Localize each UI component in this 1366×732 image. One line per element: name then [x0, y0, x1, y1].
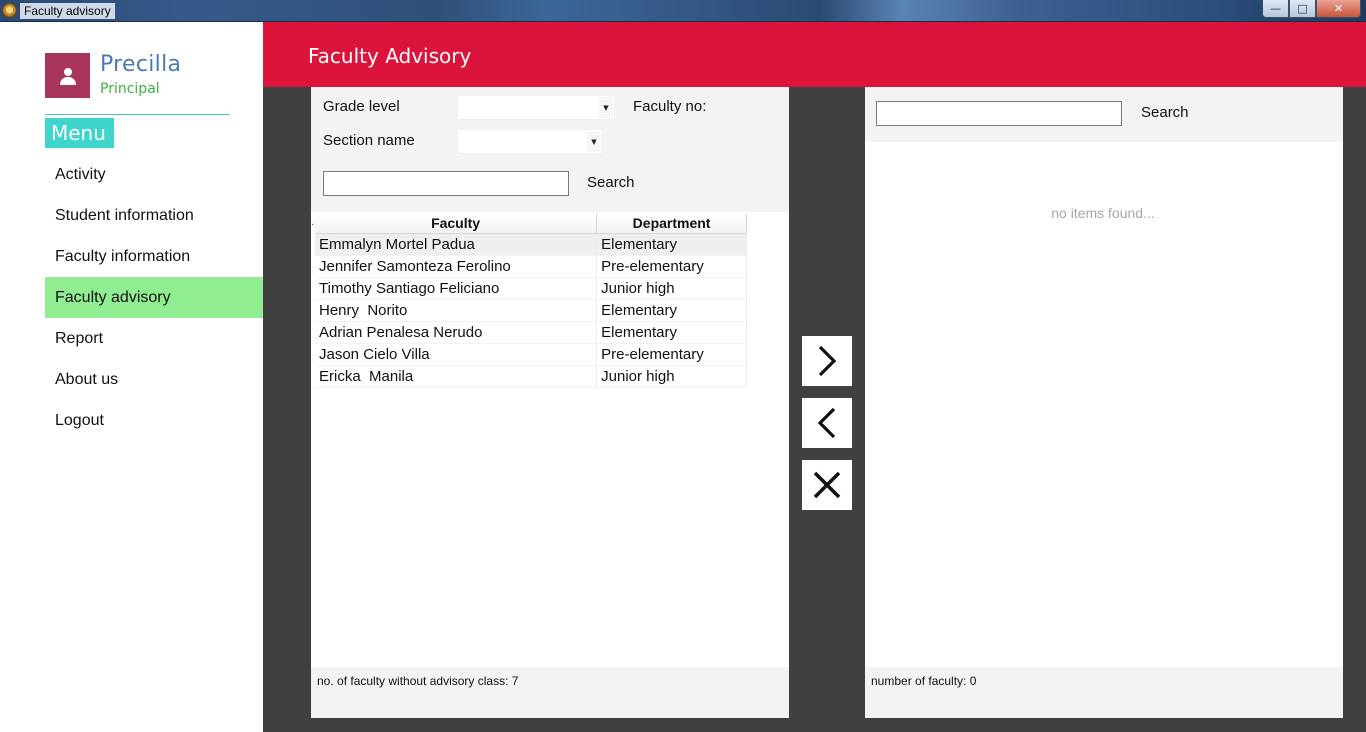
faculty-table: Faculty Department Emmalyn Mortel Padua …	[315, 214, 747, 388]
department-cell[interactable]: Pre-elementary	[596, 255, 747, 278]
advisory-count-text: number of faculty: 0	[871, 674, 977, 688]
department-cell[interactable]: Elementary	[596, 321, 747, 344]
remove-from-advisory-button[interactable]	[802, 398, 852, 448]
main-area: Grade level ▼ Faculty no: Section name ▼…	[263, 87, 1366, 732]
app-icon	[2, 3, 17, 18]
menu-item-faculty-advisory[interactable]: Faculty advisory	[45, 277, 263, 318]
table-row[interactable]: Jason Cielo Villa Pre-elementary	[315, 343, 747, 366]
department-cell[interactable]: Junior high	[596, 365, 747, 388]
empty-message: no items found...	[1051, 205, 1155, 221]
maximize-button[interactable]: □	[1289, 0, 1316, 18]
faculty-cell[interactable]: Henry Norito	[315, 299, 598, 322]
divider	[45, 114, 230, 115]
faculty-count-text: no. of faculty without advisory class: 7	[317, 674, 519, 688]
advisory-search-label[interactable]: Search	[1141, 104, 1189, 121]
window-title: Faculty advisory	[20, 3, 115, 19]
advisory-search-input[interactable]	[876, 101, 1122, 126]
clear-button[interactable]	[802, 460, 852, 510]
window-controls: — □ ✕	[1262, 0, 1361, 18]
department-cell[interactable]: Pre-elementary	[596, 343, 747, 366]
dropdown-arrow-icon[interactable]: ▼	[587, 131, 601, 152]
user-role: Principal	[100, 81, 160, 97]
faculty-cell[interactable]: Jason Cielo Villa	[315, 343, 598, 366]
faculty-cell[interactable]: Adrian Penalesa Nerudo	[315, 321, 598, 344]
left-footer: no. of faculty without advisory class: 7	[311, 667, 789, 718]
faculty-search-label[interactable]: Search	[587, 174, 635, 191]
sidebar: Precilla Principal Menu Activity Student…	[0, 22, 263, 732]
menu-list: Activity Student information Faculty inf…	[45, 154, 263, 441]
user-name: Precilla	[100, 52, 182, 77]
selected-row-marker: .	[311, 217, 315, 228]
advisory-panel: Search no items found... number of facul…	[865, 87, 1343, 718]
column-header-faculty[interactable]: Faculty	[315, 214, 598, 234]
page-title: Faculty Advisory	[308, 44, 472, 68]
menu-item-report[interactable]: Report	[45, 318, 263, 359]
faculty-cell[interactable]: Emmalyn Mortel Padua	[315, 233, 598, 256]
right-footer: number of faculty: 0	[865, 667, 1343, 718]
menu-title: Menu	[45, 118, 114, 148]
faculty-cell[interactable]: Jennifer Samonteza Ferolino	[315, 255, 598, 278]
table-row[interactable]: Emmalyn Mortel Padua Elementary	[315, 233, 747, 256]
menu-item-activity[interactable]: Activity	[45, 154, 263, 195]
dropdown-arrow-icon[interactable]: ▼	[599, 97, 613, 118]
grade-level-select[interactable]: ▼	[457, 95, 615, 120]
department-cell[interactable]: Elementary	[596, 233, 747, 256]
table-row[interactable]: Jennifer Samonteza Ferolino Pre-elementa…	[315, 255, 747, 278]
page-header: Faculty Advisory	[263, 22, 1366, 87]
menu-item-logout[interactable]: Logout	[45, 400, 263, 441]
minimize-button[interactable]: —	[1262, 0, 1289, 18]
column-header-department[interactable]: Department	[596, 214, 747, 234]
avatar	[45, 53, 90, 98]
menu-item-about-us[interactable]: About us	[45, 359, 263, 400]
table-row[interactable]: Timothy Santiago Feliciano Junior high	[315, 277, 747, 300]
window-titlebar: Faculty advisory — □ ✕	[0, 0, 1366, 22]
chevron-left-icon	[817, 407, 836, 439]
grade-level-label: Grade level	[323, 98, 400, 115]
faculty-search-input[interactable]	[323, 171, 569, 196]
advisory-search-box: Search	[865, 87, 1343, 142]
menu-item-faculty-information[interactable]: Faculty information	[45, 236, 263, 277]
department-cell[interactable]: Elementary	[596, 299, 747, 322]
faculty-cell[interactable]: Ericka Manila	[315, 365, 598, 388]
close-icon	[813, 471, 841, 499]
table-header-row: Faculty Department	[315, 214, 747, 234]
close-window-button[interactable]: ✕	[1316, 0, 1361, 18]
section-name-select[interactable]: ▼	[457, 129, 603, 154]
section-name-label: Section name	[323, 132, 415, 149]
table-row[interactable]: Henry Norito Elementary	[315, 299, 747, 322]
chevron-right-icon	[818, 345, 837, 377]
faculty-list-panel: Grade level ▼ Faculty no: Section name ▼…	[311, 87, 789, 718]
add-to-advisory-button[interactable]	[802, 336, 852, 386]
menu-item-student-information[interactable]: Student information	[45, 195, 263, 236]
faculty-no-label: Faculty no:	[633, 98, 707, 115]
user-icon	[59, 67, 76, 85]
table-row[interactable]: Adrian Penalesa Nerudo Elementary	[315, 321, 747, 344]
table-row[interactable]: Ericka Manila Junior high	[315, 365, 747, 388]
faculty-cell[interactable]: Timothy Santiago Feliciano	[315, 277, 598, 300]
filter-box: Grade level ▼ Faculty no: Section name ▼…	[311, 87, 789, 212]
department-cell[interactable]: Junior high	[596, 277, 747, 300]
